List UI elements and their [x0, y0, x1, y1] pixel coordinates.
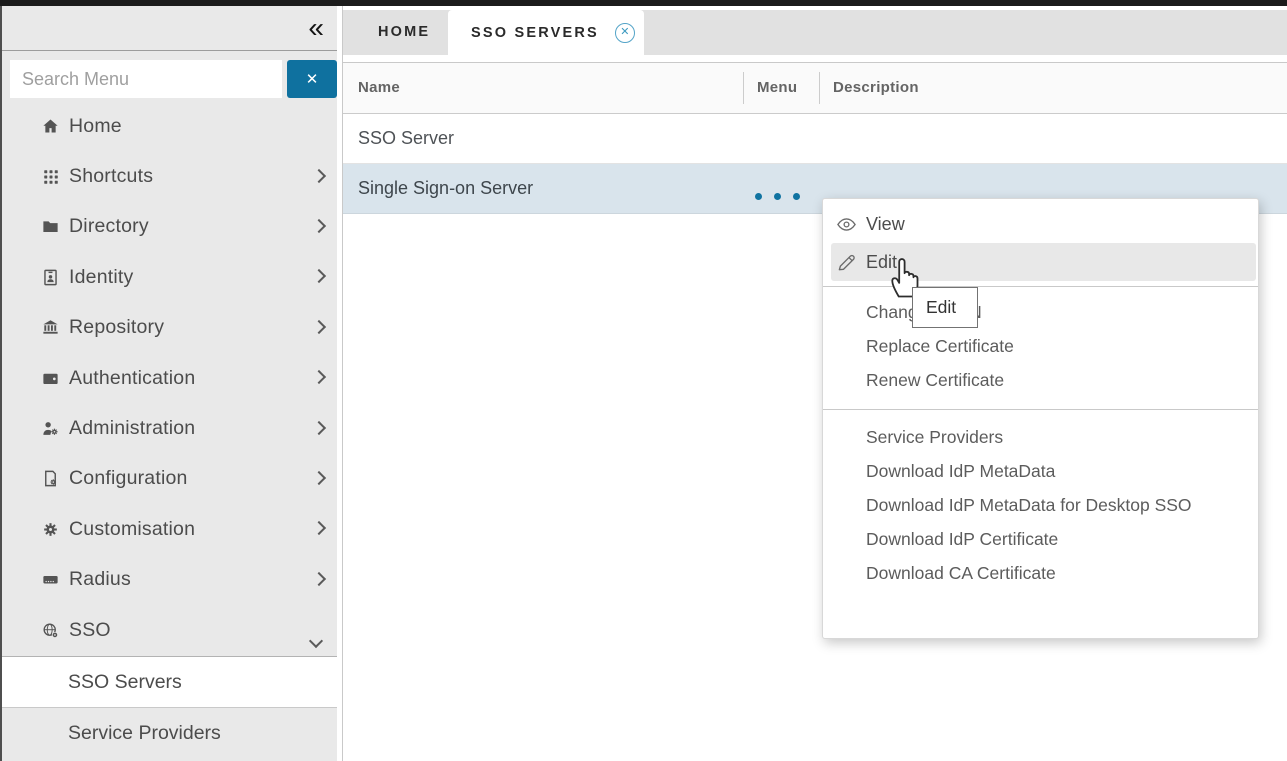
- chevron-right-icon: [312, 471, 326, 485]
- sidebar-item-label: Repository: [69, 316, 164, 339]
- menu-item-change-fqdn[interactable]: Change FQDN: [823, 295, 1258, 329]
- sidebar-header: «: [2, 6, 337, 51]
- sidebar-item-configuration[interactable]: Configuration: [2, 454, 337, 504]
- sidebar-nav: Home Shortcuts Directory: [2, 101, 337, 655]
- collapse-sidebar-icon[interactable]: «: [308, 9, 324, 47]
- menu-item-renew-certificate[interactable]: Renew Certificate: [823, 363, 1258, 397]
- sso-submenu: SSO Servers Service Providers: [2, 656, 337, 758]
- sidebar-subitem-label: SSO Servers: [68, 671, 182, 694]
- sidebar-item-identity[interactable]: Identity: [2, 252, 337, 302]
- chevron-right-icon: [312, 572, 326, 586]
- chevron-right-icon: [312, 420, 326, 434]
- sso-servers-table: Name Menu Description SSO Server Single …: [343, 62, 1287, 214]
- chevron-right-icon: [312, 219, 326, 233]
- search-clear-button[interactable]: ✕: [287, 60, 337, 98]
- chevron-down-icon: [309, 634, 323, 648]
- menu-item-download-idp-metadata[interactable]: Download IdP MetaData: [823, 454, 1258, 488]
- sidebar-item-service-providers[interactable]: Service Providers: [2, 708, 337, 758]
- sidebar-item-directory[interactable]: Directory: [2, 202, 337, 252]
- table-row[interactable]: SSO Server: [343, 114, 1287, 164]
- tab-bar: HOME SSO SERVERS ✕: [343, 10, 1287, 55]
- id-card-icon: [40, 267, 61, 288]
- menu-item-view[interactable]: View: [823, 205, 1258, 243]
- menu-item-replace-certificate[interactable]: Replace Certificate: [823, 329, 1258, 363]
- sidebar-item-repository[interactable]: Repository: [2, 303, 337, 353]
- shortcuts-grid-icon: [40, 166, 61, 187]
- sidebar: « ✕ Home Shortcuts: [0, 6, 337, 761]
- eye-icon: [836, 214, 857, 235]
- chevron-right-icon: [312, 521, 326, 535]
- row-name: SSO Server: [358, 128, 454, 149]
- tab-sso-servers[interactable]: SSO SERVERS ✕: [448, 10, 644, 55]
- home-icon: [40, 116, 61, 137]
- folder-icon: [40, 216, 61, 237]
- sidebar-item-sso[interactable]: SSO: [2, 605, 337, 655]
- bank-icon: [40, 317, 61, 338]
- tooltip: Edit: [912, 287, 978, 328]
- sidebar-item-label: Home: [69, 115, 122, 138]
- sidebar-item-shortcuts[interactable]: Shortcuts: [2, 151, 337, 201]
- sidebar-item-label: SSO: [69, 619, 111, 642]
- sidebar-item-customisation[interactable]: Customisation: [2, 504, 337, 554]
- sidebar-item-label: Directory: [69, 215, 149, 238]
- three-dots-menu-icon[interactable]: [755, 193, 812, 200]
- tab-home[interactable]: HOME: [378, 10, 430, 55]
- sidebar-item-label: Authentication: [69, 367, 195, 390]
- chevron-right-icon: [312, 320, 326, 334]
- pencil-icon: [836, 252, 857, 273]
- context-menu-group-2: Change FQDN Replace Certificate Renew Ce…: [823, 287, 1258, 410]
- sidebar-item-administration[interactable]: Administration: [2, 403, 337, 453]
- close-icon: ✕: [306, 72, 319, 87]
- menu-item-download-idp-certificate[interactable]: Download IdP Certificate: [823, 522, 1258, 556]
- sidebar-item-label: Configuration: [69, 467, 188, 490]
- sidebar-item-authentication[interactable]: Authentication: [2, 353, 337, 403]
- column-header-menu: Menu: [757, 79, 797, 96]
- server-icon: [40, 569, 61, 590]
- column-divider: [819, 72, 820, 104]
- sidebar-subitem-label: Service Providers: [68, 722, 221, 745]
- sidebar-item-label: Administration: [69, 417, 195, 440]
- context-menu-group-3: Service Providers Download IdP MetaData …: [823, 410, 1258, 590]
- menu-item-download-idp-metadata-desktop-sso[interactable]: Download IdP MetaData for Desktop SSO: [823, 488, 1258, 522]
- menu-item-label: View: [866, 214, 905, 235]
- menu-item-service-providers[interactable]: Service Providers: [823, 420, 1258, 454]
- sidebar-item-label: Shortcuts: [69, 165, 153, 188]
- search-input[interactable]: [10, 60, 282, 98]
- gear-icon: [40, 519, 61, 540]
- column-header-name[interactable]: Name: [358, 79, 400, 96]
- chevron-right-icon: [312, 269, 326, 283]
- close-tab-icon[interactable]: ✕: [615, 23, 635, 43]
- tab-label: SSO SERVERS: [471, 25, 599, 41]
- sidebar-item-label: Identity: [69, 266, 133, 289]
- chevron-right-icon: [312, 370, 326, 384]
- sidebar-item-label: Radius: [69, 568, 131, 591]
- menu-item-download-ca-certificate[interactable]: Download CA Certificate: [823, 556, 1258, 590]
- chevron-right-icon: [312, 169, 326, 183]
- wallet-icon: [40, 368, 61, 389]
- column-divider: [743, 72, 744, 104]
- sidebar-item-radius[interactable]: Radius: [2, 555, 337, 605]
- user-gear-icon: [40, 418, 61, 439]
- sidebar-item-label: Customisation: [69, 518, 195, 541]
- table-header: Name Menu Description: [343, 63, 1287, 114]
- column-header-description: Description: [833, 79, 919, 96]
- sidebar-search: ✕: [2, 55, 337, 99]
- sidebar-item-home[interactable]: Home: [2, 101, 337, 151]
- document-gear-icon: [40, 468, 61, 489]
- row-name: Single Sign-on Server: [358, 178, 533, 199]
- globe-gear-icon: [40, 620, 61, 641]
- sidebar-item-sso-servers[interactable]: SSO Servers: [2, 657, 337, 708]
